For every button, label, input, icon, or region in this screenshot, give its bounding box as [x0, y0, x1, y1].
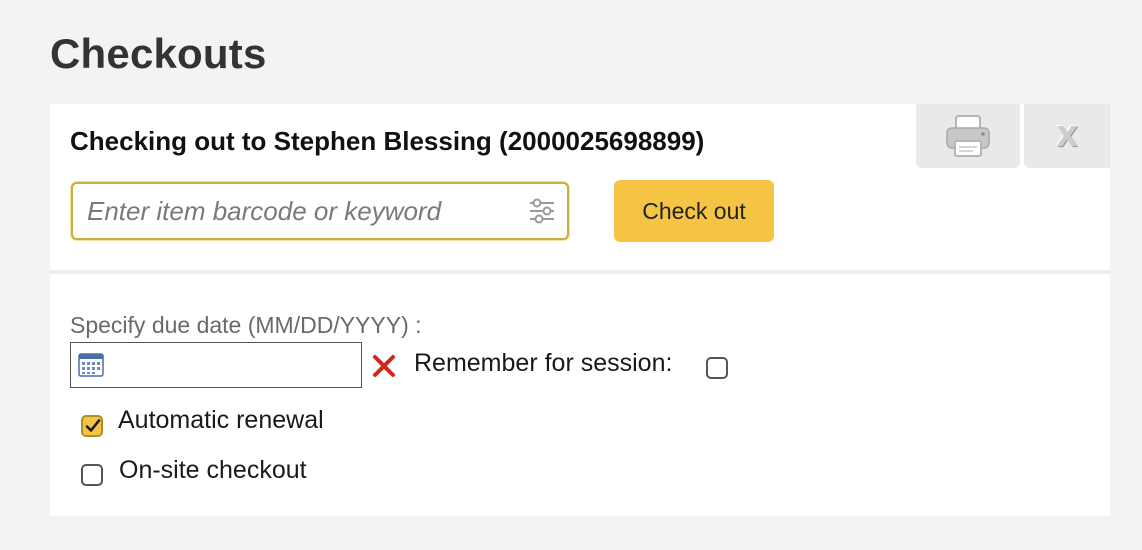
checkout-form-section: Checking out to Stephen Blessing (200002… — [50, 104, 1110, 274]
barcode-field — [71, 182, 569, 240]
checkout-patron-heading: Checking out to Stephen Blessing (200002… — [70, 126, 705, 156]
due-date-input[interactable] — [109, 343, 358, 389]
checkmark-icon — [85, 419, 101, 432]
on-site-checkout-checkbox[interactable] — [81, 464, 103, 486]
calendar-icon[interactable] — [78, 353, 104, 377]
automatic-renewal-label[interactable]: Automatic renewal — [118, 406, 324, 435]
barcode-input[interactable] — [73, 184, 527, 238]
due-date-field — [70, 342, 362, 389]
remember-for-session-checkbox[interactable] — [706, 357, 728, 379]
on-site-checkout-label[interactable]: On-site checkout — [119, 456, 307, 485]
due-date-label: Specify due date (MM/DD/YYYY) : — [70, 312, 422, 338]
automatic-renewal-checkbox[interactable] — [81, 415, 103, 437]
close-icon: X — [1056, 119, 1078, 153]
printer-icon — [946, 115, 990, 157]
close-button[interactable]: X — [1024, 104, 1110, 168]
clear-date-icon[interactable] — [370, 352, 398, 380]
remember-for-session-label: Remember for session: — [414, 349, 673, 377]
search-options-icon[interactable] — [527, 196, 557, 226]
checkout-panel: Checking out to Stephen Blessing (200002… — [50, 104, 1110, 516]
print-button[interactable] — [916, 104, 1020, 168]
page-title: Checkouts — [50, 30, 267, 77]
check-out-button[interactable]: Check out — [614, 180, 774, 242]
